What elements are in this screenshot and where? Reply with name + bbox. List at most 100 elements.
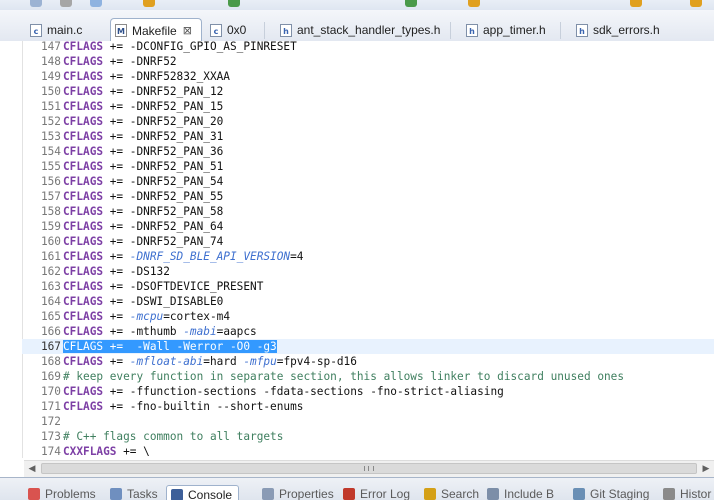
editor-tab-main-c[interactable]: c main.c xyxy=(26,19,104,41)
code-line[interactable]: 169 # keep every function in separate sec… xyxy=(22,369,714,384)
code-token: += xyxy=(103,355,130,368)
code-line[interactable]: 149 CFLAGS += -DNRF52832_XXAA xyxy=(22,69,714,84)
code-line[interactable]: 163 CFLAGS += -DSOFTDEVICE_PRESENT xyxy=(22,279,714,294)
code-token: += -fno-builtin --short-enums xyxy=(103,400,304,413)
panel-tab-problems[interactable]: Problems xyxy=(28,487,96,500)
code-line[interactable]: 167 CFLAGS += -Wall -Werror -O0 -g3 xyxy=(22,339,714,354)
code-token: CFLAGS xyxy=(63,355,104,368)
code-line[interactable]: 150 CFLAGS += -DNRF52_PAN_12 xyxy=(22,84,714,99)
code-token: CFLAGS xyxy=(63,235,104,248)
toolbar-icon[interactable] xyxy=(228,0,240,7)
code-line[interactable]: 171 CFLAGS += -fno-builtin --short-enums xyxy=(22,399,714,414)
code-token: CFLAGS xyxy=(63,41,104,53)
code-token: CFLAGS xyxy=(63,130,104,143)
code-line[interactable]: 170 CFLAGS += -ffunction-sections -fdata-… xyxy=(22,384,714,399)
code-line[interactable]: 166 CFLAGS += -mthumb -mabi=aapcs xyxy=(22,324,714,339)
code-line[interactable]: 147 CFLAGS += -DCONFIG_GPIO_AS_PINRESET xyxy=(22,41,714,54)
code-line[interactable]: 151 CFLAGS += -DNRF52_PAN_15 xyxy=(22,99,714,114)
editor-tab-0x0[interactable]: c 0x0 xyxy=(206,19,270,41)
code-line[interactable]: 165 CFLAGS += -mcpu=cortex-m4 xyxy=(22,309,714,324)
code-token: CFLAGS xyxy=(63,205,104,218)
code-token: += -DNRF52832_XXAA xyxy=(103,70,230,83)
toolbar-icon[interactable] xyxy=(630,0,642,7)
code-line[interactable]: 172 xyxy=(22,414,714,429)
code-token: =cortex-m4 xyxy=(163,310,230,323)
code-line[interactable]: 156 CFLAGS += -DNRF52_PAN_54 xyxy=(22,174,714,189)
panel-tab-label: Properties xyxy=(279,487,334,500)
search-icon xyxy=(424,488,436,500)
code-line[interactable]: 173 # C++ flags common to all targets xyxy=(22,429,714,444)
panel-tab-tasks[interactable]: Tasks xyxy=(110,487,158,500)
scrollbar-thumb[interactable] xyxy=(41,463,697,474)
scroll-right-icon[interactable]: ▶ xyxy=(698,461,714,477)
line-number: 165 xyxy=(40,310,61,323)
scroll-left-icon[interactable]: ◀ xyxy=(24,461,40,477)
code-line[interactable]: 153 CFLAGS += -DNRF52_PAN_31 xyxy=(22,129,714,144)
toolbar-icon[interactable] xyxy=(90,0,102,7)
toolbar-icon[interactable] xyxy=(30,0,42,7)
code-line[interactable]: 159 CFLAGS += -DNRF52_PAN_64 xyxy=(22,219,714,234)
editor-tab-sdk-errors-h[interactable]: h sdk_errors.h xyxy=(572,19,692,41)
makefile-editor[interactable]: 147 CFLAGS += -DCONFIG_GPIO_AS_PINRESET 14… xyxy=(0,41,714,458)
toolbar-icon[interactable] xyxy=(468,0,480,7)
code-token: += -DNRF52_PAN_31 xyxy=(103,130,224,143)
code-line[interactable]: 160 CFLAGS += -DNRF52_PAN_74 xyxy=(22,234,714,249)
code-line[interactable]: 161 CFLAGS += -DNRF_SD_BLE_API_VERSION=4 xyxy=(22,249,714,264)
editor-tab-ant-stack-handler-types-h[interactable]: h ant_stack_handler_types.h xyxy=(276,19,456,41)
panel-tab-label: Search xyxy=(441,487,480,500)
c-source-file-icon: c xyxy=(210,23,222,37)
header-file-icon: h xyxy=(466,23,478,37)
panel-tab-label: Problems xyxy=(45,487,96,500)
line-number: 154 xyxy=(40,145,61,158)
toolbar-icon[interactable] xyxy=(690,0,702,7)
panel-tab-properties[interactable]: Properties xyxy=(262,487,334,500)
panel-tab-git-staging[interactable]: Git Staging xyxy=(573,487,649,500)
code-lines[interactable]: 147 CFLAGS += -DCONFIG_GPIO_AS_PINRESET 14… xyxy=(22,41,714,458)
editor-tab-label: 0x0 xyxy=(227,23,247,37)
code-line[interactable]: 157 CFLAGS += -DNRF52_PAN_55 xyxy=(22,189,714,204)
tasks-icon xyxy=(110,488,122,500)
close-tab-icon[interactable]: ⊠ xyxy=(183,24,192,37)
code-token: CFLAGS xyxy=(63,115,104,128)
panel-tab-histor[interactable]: Histor xyxy=(663,487,711,500)
code-line[interactable]: 164 CFLAGS += -DSWI_DISABLE0 xyxy=(22,294,714,309)
panel-tab-error-log[interactable]: Error Log xyxy=(343,487,410,500)
code-line[interactable]: 152 CFLAGS += -DNRF52_PAN_20 xyxy=(22,114,714,129)
code-line[interactable]: 174 CXXFLAGS += \ xyxy=(22,444,714,458)
include-browser-icon xyxy=(487,488,499,500)
code-token: CFLAGS xyxy=(63,220,104,233)
horizontal-scrollbar[interactable]: ◀ ▶ xyxy=(24,460,714,477)
editor-tab-label: sdk_errors.h xyxy=(593,23,660,37)
code-line[interactable]: 158 CFLAGS += -DNRF52_PAN_58 xyxy=(22,204,714,219)
panel-tab-console[interactable]: Console xyxy=(166,485,240,500)
panel-tab-label: Tasks xyxy=(127,487,158,500)
makefile-icon: M xyxy=(115,24,127,37)
toolbar-icon[interactable] xyxy=(405,0,417,7)
code-token: += -DNRF52_PAN_51 xyxy=(103,160,224,173)
code-token: CFLAGS xyxy=(63,400,104,413)
toolbar-icon[interactable] xyxy=(143,0,155,7)
line-number: 157 xyxy=(40,190,61,203)
panel-tab-label: Error Log xyxy=(360,487,411,500)
code-token: += -DNRF52_PAN_20 xyxy=(103,115,224,128)
code-token: -mfpu xyxy=(243,355,277,368)
code-line[interactable]: 154 CFLAGS += -DNRF52_PAN_36 xyxy=(22,144,714,159)
panel-tab-search[interactable]: Search xyxy=(424,487,479,500)
line-number: 167 xyxy=(40,340,61,353)
panel-tab-include-b[interactable]: Include B xyxy=(487,487,554,500)
code-line[interactable]: 155 CFLAGS += -DNRF52_PAN_51 xyxy=(22,159,714,174)
code-line[interactable]: 168 CFLAGS += -mfloat-abi=hard -mfpu=fpv4… xyxy=(22,354,714,369)
tab-separator xyxy=(450,22,451,39)
editor-tab-app-timer-h[interactable]: h app_timer.h xyxy=(462,19,566,41)
code-token: -DNRF_SD_BLE_API_VERSION xyxy=(129,250,291,263)
code-token: CFLAGS xyxy=(63,85,104,98)
code-token: CFLAGS xyxy=(63,100,104,113)
code-line[interactable]: 148 CFLAGS += -DNRF52 xyxy=(22,54,714,69)
code-token: CFLAGS xyxy=(63,145,104,158)
line-number: 172 xyxy=(40,415,61,428)
line-number: 174 xyxy=(40,445,61,458)
toolbar-icon[interactable] xyxy=(60,0,72,7)
code-line[interactable]: 162 CFLAGS += -DS132 xyxy=(22,264,714,279)
c-source-file-icon: c xyxy=(30,23,42,37)
editor-tab-makefile[interactable]: M Makefile ⊠ xyxy=(110,18,202,42)
